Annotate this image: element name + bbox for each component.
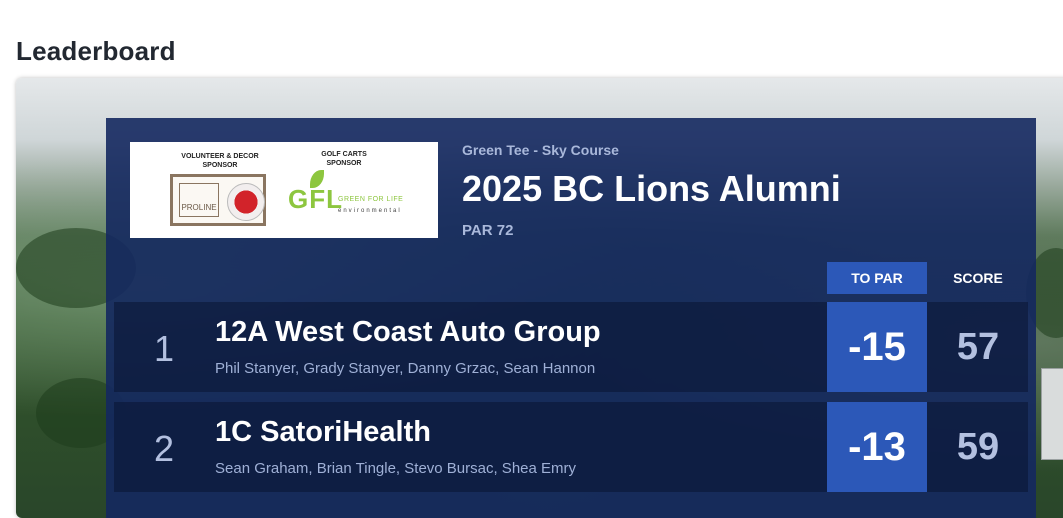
to-par-value: -13 xyxy=(827,402,927,492)
background-building xyxy=(1041,368,1063,460)
to-par-value: -15 xyxy=(827,302,927,392)
gfl-logo: GFL GREEN FOR LIFE environmental xyxy=(288,170,408,230)
rank: 2 xyxy=(153,428,175,469)
column-header-score: SCORE xyxy=(953,270,1003,286)
course-name: Green Tee - Sky Course xyxy=(462,142,619,158)
rank: 1 xyxy=(153,328,175,369)
gfl-logo-mark: GFL xyxy=(288,184,343,214)
sponsor-caption: VOLUNTEER & DECOR SPONSOR xyxy=(181,153,259,169)
leaderboard-row[interactable]: 2 1C SatoriHealth Sean Graham, Brian Tin… xyxy=(114,402,1028,492)
team-players: Sean Graham, Brian Tingle, Stevo Bursac,… xyxy=(215,460,577,477)
sponsor-caption: GOLF CARTS SPONSOR xyxy=(321,151,367,167)
tournament-title: 2025 BC Lions Alumni xyxy=(462,168,841,209)
gfl-subtext: environmental xyxy=(338,208,402,214)
leaderboard-row[interactable]: 1 12A West Coast Auto Group Phil Stanyer… xyxy=(114,302,1028,392)
column-header-to-par: TO PAR xyxy=(827,262,927,294)
team-name: 12A West Coast Auto Group xyxy=(215,316,601,348)
score-value: 59 xyxy=(956,425,1000,468)
leaderboard-panel: VOLUNTEER & DECOR SPONSOR PROLINE GOLF C… xyxy=(106,118,1036,518)
score-value: 57 xyxy=(956,325,1000,368)
team-players: Phil Stanyer, Grady Stanyer, Danny Grzac… xyxy=(215,360,596,377)
sponsor-banner: VOLUNTEER & DECOR SPONSOR PROLINE GOLF C… xyxy=(130,142,438,238)
rose-logo-icon xyxy=(227,183,265,221)
leaderboard-widget: VOLUNTEER & DECOR SPONSOR PROLINE GOLF C… xyxy=(16,78,1063,518)
gfl-tagline: GREEN FOR LIFE xyxy=(338,196,404,203)
proline-logo-text: PROLINE xyxy=(179,183,219,217)
team-name: 1C SatoriHealth xyxy=(215,416,431,448)
par-label: PAR 72 xyxy=(462,222,514,239)
page-title: Leaderboard xyxy=(16,36,176,66)
proline-logo: PROLINE xyxy=(170,174,266,226)
